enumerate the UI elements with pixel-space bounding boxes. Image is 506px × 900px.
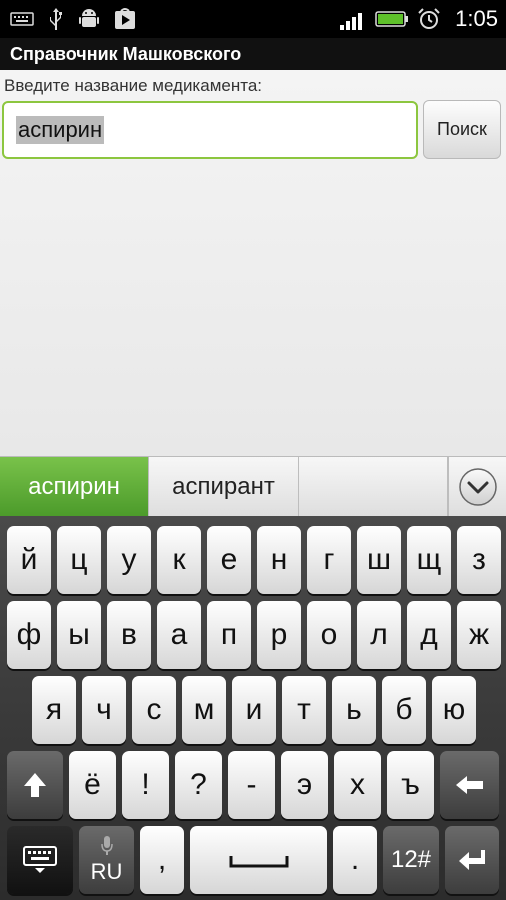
key-л[interactable]: л <box>357 601 401 669</box>
key-м[interactable]: м <box>182 676 226 744</box>
keyboard: й ц у к е н г ш щ з ф ы в а п р о л д ж … <box>0 516 506 900</box>
search-prompt-label: Введите название медикамента: <box>4 76 263 95</box>
keyboard-hide-icon <box>22 845 58 875</box>
key-г[interactable]: г <box>307 526 351 594</box>
key-н[interactable]: н <box>257 526 301 594</box>
enter-key[interactable] <box>445 826 499 894</box>
usb-icon <box>48 7 64 31</box>
key-й[interactable]: й <box>7 526 51 594</box>
key-п[interactable]: п <box>207 601 251 669</box>
clock-time: 1:05 <box>455 6 498 31</box>
key-с[interactable]: с <box>132 676 176 744</box>
key-ж[interactable]: ж <box>457 601 501 669</box>
key-р[interactable]: р <box>257 601 301 669</box>
keyboard-icon <box>10 11 34 27</box>
suggestion-item-empty <box>299 457 448 517</box>
key-ф[interactable]: ф <box>7 601 51 669</box>
key-б[interactable]: б <box>382 676 426 744</box>
symbols-key[interactable]: 12# <box>383 826 439 894</box>
key-х[interactable]: х <box>334 751 381 819</box>
app-title: Справочник Машковского <box>0 38 506 70</box>
suggestion-item-aspirant[interactable]: аспирант <box>149 457 299 517</box>
key-з[interactable]: з <box>457 526 501 594</box>
search-input[interactable]: аспирин <box>2 101 418 159</box>
key-о[interactable]: о <box>307 601 351 669</box>
language-key[interactable]: RU <box>79 826 134 894</box>
key-comma[interactable]: , <box>140 826 184 894</box>
key-и[interactable]: и <box>232 676 276 744</box>
key-ь[interactable]: ь <box>332 676 376 744</box>
key-dash[interactable]: - <box>228 751 275 819</box>
key-ъ[interactable]: ъ <box>387 751 434 819</box>
space-icon <box>229 850 289 870</box>
alarm-icon <box>417 7 441 31</box>
key-е[interactable]: е <box>207 526 251 594</box>
backspace-icon <box>455 774 485 796</box>
key-э[interactable]: э <box>281 751 328 819</box>
key-а[interactable]: а <box>157 601 201 669</box>
key-ш[interactable]: ш <box>357 526 401 594</box>
key-т[interactable]: т <box>282 676 326 744</box>
key-у[interactable]: у <box>107 526 151 594</box>
main-content: Введите название медикамента: аспирин По… <box>0 70 506 456</box>
key-question[interactable]: ? <box>175 751 222 819</box>
key-ы[interactable]: ы <box>57 601 101 669</box>
key-я[interactable]: я <box>32 676 76 744</box>
status-bar: 1:05 <box>0 0 506 38</box>
android-debug-icon <box>78 7 100 31</box>
language-label: RU <box>90 859 123 884</box>
search-input-value: аспирин <box>16 116 105 144</box>
space-key[interactable] <box>190 826 327 894</box>
suggestion-bar: аспирин аспирант <box>0 456 506 517</box>
suggestions-expand-button[interactable] <box>448 457 506 517</box>
chevron-down-icon <box>458 467 498 507</box>
shift-icon <box>22 771 48 799</box>
key-ц[interactable]: ц <box>57 526 101 594</box>
search-button[interactable]: Поиск <box>423 100 501 159</box>
key-ч[interactable]: ч <box>82 676 126 744</box>
mic-icon <box>100 835 114 857</box>
key-period[interactable]: . <box>333 826 377 894</box>
key-ю[interactable]: ю <box>432 676 476 744</box>
signal-icon <box>339 7 367 31</box>
suggestion-item-aspirin[interactable]: аспирин <box>0 457 149 517</box>
key-ё[interactable]: ё <box>69 751 116 819</box>
key-к[interactable]: к <box>157 526 201 594</box>
battery-icon <box>375 9 409 29</box>
play-store-icon <box>114 7 136 31</box>
hide-keyboard-key[interactable] <box>7 826 73 894</box>
key-щ[interactable]: щ <box>407 526 451 594</box>
key-в[interactable]: в <box>107 601 151 669</box>
shift-key[interactable] <box>7 751 63 819</box>
enter-icon <box>457 848 487 872</box>
key-д[interactable]: д <box>407 601 451 669</box>
key-exclamation[interactable]: ! <box>122 751 169 819</box>
backspace-key[interactable] <box>440 751 499 819</box>
